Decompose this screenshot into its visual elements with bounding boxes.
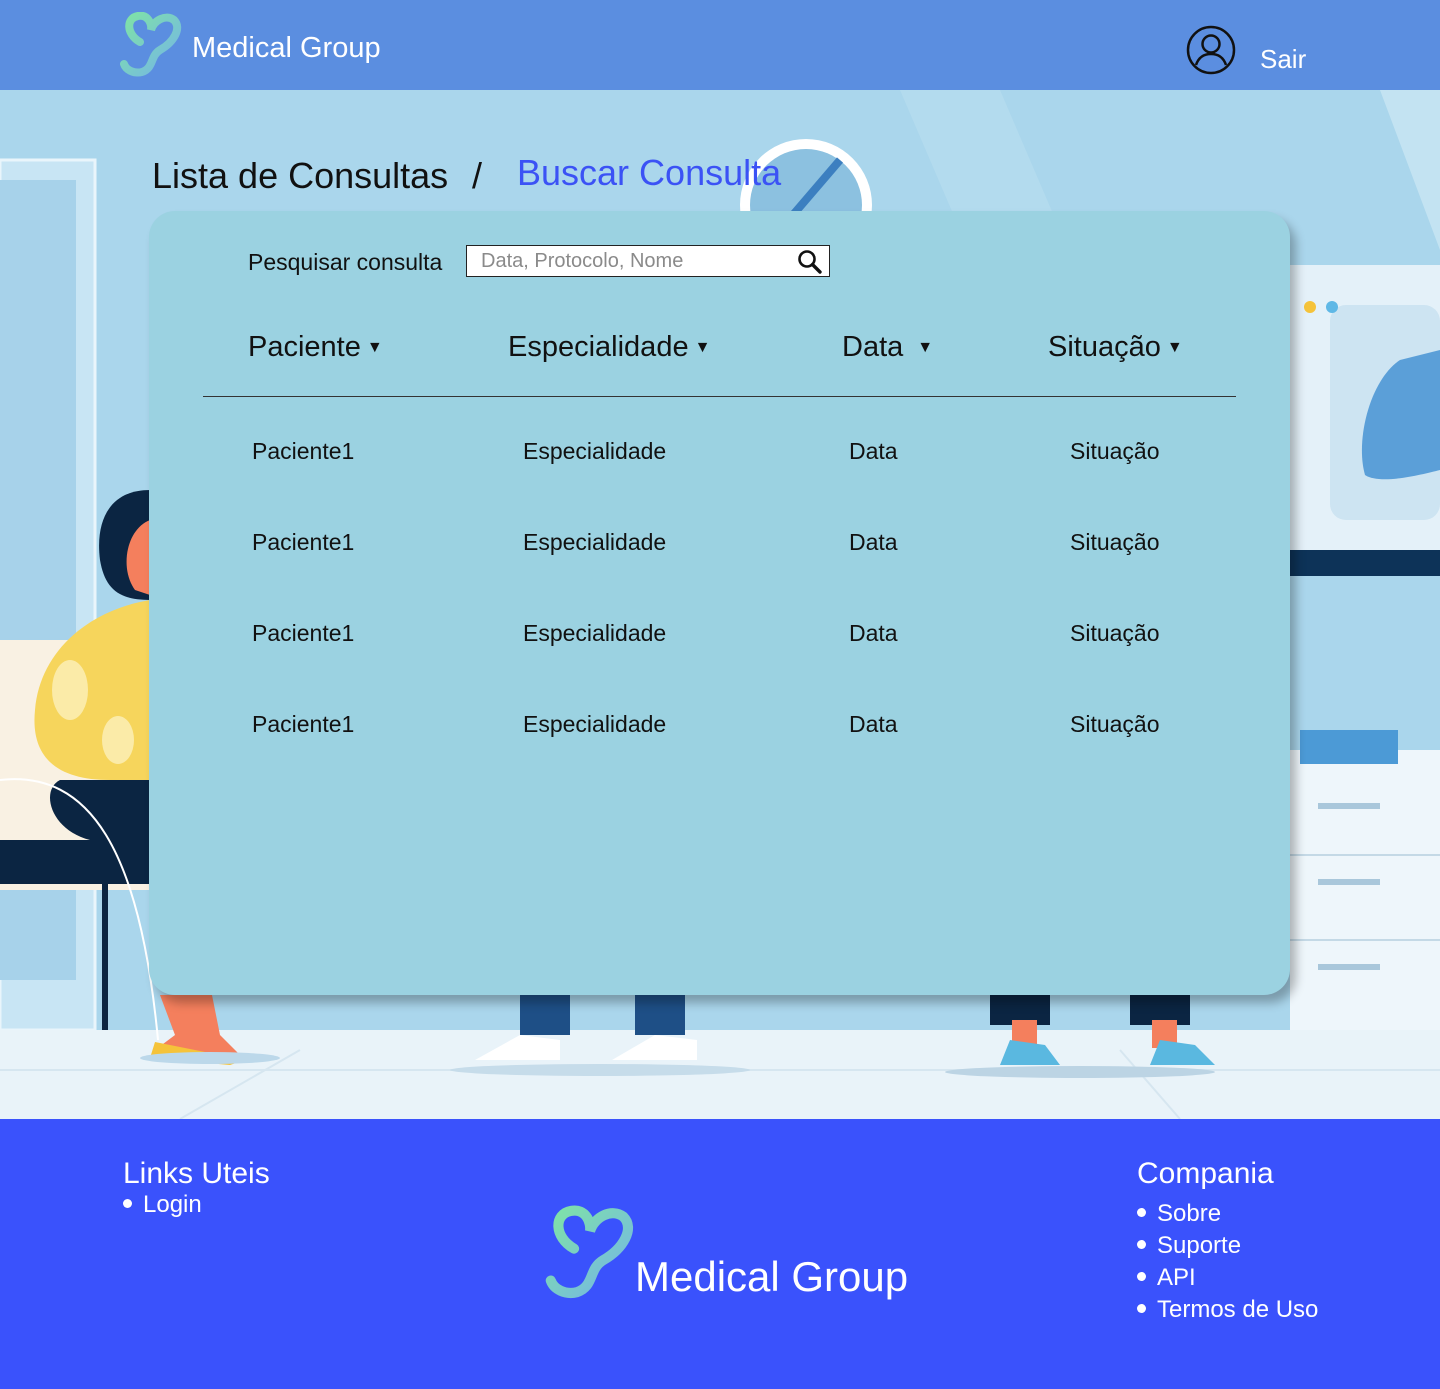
cell-especialidade: Especialidade — [523, 620, 667, 646]
page-title: Lista de Consultas — [152, 155, 449, 196]
column-header-label: Data — [842, 331, 904, 363]
column-header-label: Especialidade — [508, 331, 689, 363]
breadcrumb-link-buscar-consulta[interactable]: Buscar Consulta — [517, 152, 781, 194]
column-header-situacao[interactable]: Situação ▼ — [1048, 331, 1183, 364]
cell-paciente: Paciente1 — [252, 711, 355, 737]
footer: Links Uteis Login Medical Group Compania… — [0, 1119, 1440, 1389]
cell-data: Data — [849, 529, 898, 555]
column-header-label: Situação — [1048, 331, 1161, 363]
cell-paciente: Paciente1 — [252, 438, 355, 464]
cell-especialidade: Especialidade — [523, 711, 667, 737]
logout-link[interactable]: Sair — [1260, 44, 1306, 75]
heart-logo-icon — [545, 1205, 634, 1298]
breadcrumb-separator: / — [472, 155, 483, 196]
cell-especialidade: Especialidade — [523, 529, 667, 555]
triangle-down-icon: ▼ — [1166, 339, 1183, 357]
column-header-paciente[interactable]: Paciente ▼ — [248, 331, 383, 364]
footer-brand[interactable]: Medical Group — [545, 1205, 908, 1301]
footer-link-api[interactable]: API — [1137, 1262, 1318, 1294]
footer-link-termos[interactable]: Termos de Uso — [1137, 1294, 1318, 1326]
consultas-panel: Pesquisar consulta Paciente ▼ Especialida… — [149, 211, 1290, 995]
top-navbar: Medical Group Sair — [0, 0, 1440, 90]
footer-company-list: Sobre Suporte API Termos de Uso — [1137, 1198, 1318, 1326]
column-header-label: Paciente — [248, 331, 361, 363]
brand-name: Medical Group — [192, 31, 381, 64]
search-field[interactable] — [466, 245, 830, 277]
cell-situacao: Situação — [1070, 529, 1160, 555]
cell-situacao: Situação — [1070, 438, 1160, 464]
footer-links-title: Links Uteis — [123, 1157, 270, 1190]
footer-link-sobre[interactable]: Sobre — [1137, 1198, 1318, 1230]
triangle-down-icon: ▼ — [366, 339, 383, 357]
cell-especialidade: Especialidade — [523, 438, 667, 464]
footer-link-suporte[interactable]: Suporte — [1137, 1230, 1318, 1262]
magnifier-icon[interactable] — [797, 249, 823, 275]
cell-data: Data — [849, 711, 898, 737]
cell-data: Data — [849, 438, 898, 464]
user-circle-icon[interactable] — [1186, 25, 1236, 75]
triangle-down-icon: ▼ — [694, 339, 711, 357]
column-header-especialidade[interactable]: Especialidade ▼ — [508, 331, 710, 364]
cell-paciente: Paciente1 — [252, 529, 355, 555]
search-input[interactable] — [467, 246, 791, 276]
cell-situacao: Situação — [1070, 711, 1160, 737]
heart-logo-icon — [120, 12, 182, 77]
brand[interactable]: Medical Group — [120, 12, 381, 78]
cell-situacao: Situação — [1070, 620, 1160, 646]
triangle-down-icon: ▼ — [917, 339, 934, 357]
column-header-data[interactable]: Data ▼ — [842, 331, 933, 364]
footer-brand-name: Medical Group — [635, 1253, 909, 1300]
footer-company-title: Compania — [1137, 1157, 1274, 1190]
footer-link-login[interactable]: Login — [123, 1189, 202, 1221]
search-label: Pesquisar consulta — [248, 249, 443, 275]
table-header-divider — [203, 396, 1236, 397]
cell-data: Data — [849, 620, 898, 646]
footer-links-list: Login — [123, 1189, 202, 1221]
cell-paciente: Paciente1 — [252, 620, 355, 646]
